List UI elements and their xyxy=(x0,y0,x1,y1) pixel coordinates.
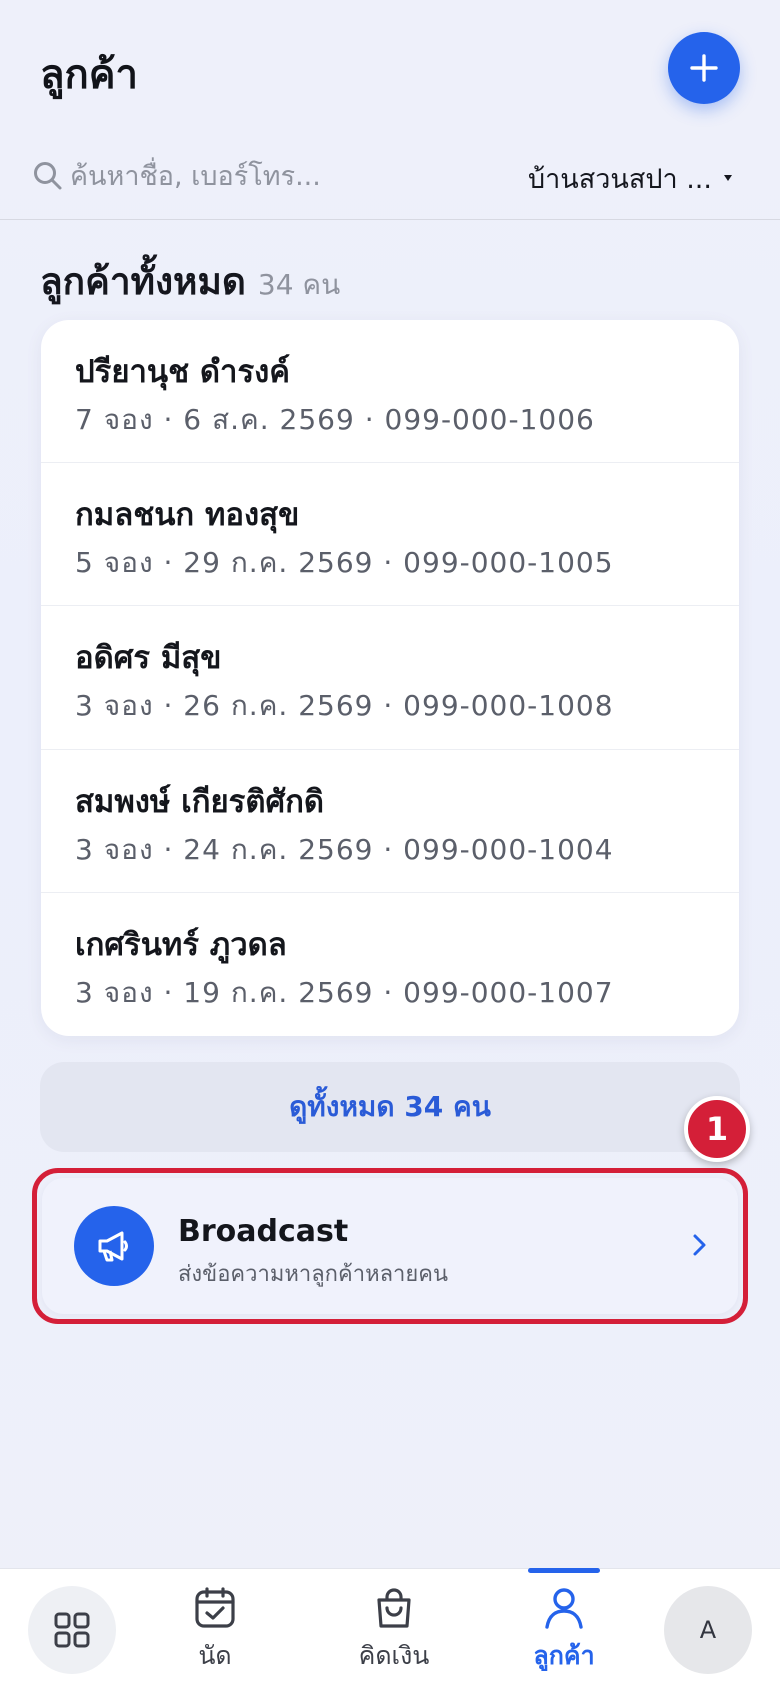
branch-label: บ้านสวนสปา ... xyxy=(528,163,712,195)
highlight-frame xyxy=(32,1168,748,1324)
header: ลูกค้า xyxy=(0,0,780,140)
grid-icon xyxy=(54,1612,90,1648)
step-number: 1 xyxy=(705,1110,729,1148)
customer-name: สมพงษ์ เกียรติศักดิ xyxy=(75,783,325,820)
tab-appointments[interactable]: นัด xyxy=(170,1586,260,1686)
branch-selector[interactable]: บ้านสวนสปา ... xyxy=(528,158,758,198)
section-heading: ลูกค้าทั้งหมด 34 คน xyxy=(40,252,340,311)
customer-meta: 5 จอง · 29 ก.ค. 2569 · 099-000-1005 xyxy=(75,546,614,580)
tab-label: คิดเงิน xyxy=(358,1641,430,1670)
search-input[interactable] xyxy=(70,152,500,200)
avatar[interactable]: A xyxy=(664,1586,752,1674)
customer-row[interactable]: กมลชนก ทองสุข 5 จอง · 29 ก.ค. 2569 · 099… xyxy=(41,463,739,607)
customer-row[interactable]: อดิศร มีสุข 3 จอง · 26 ก.ค. 2569 · 099-0… xyxy=(41,606,739,750)
customer-meta: 3 จอง · 26 ก.ค. 2569 · 099-000-1008 xyxy=(75,689,614,723)
shopping-bag-icon xyxy=(377,1588,411,1628)
section-title: ลูกค้าทั้งหมด xyxy=(40,260,246,303)
plus-icon xyxy=(690,54,718,82)
customer-name: ปรียานุช ดำรงค์ xyxy=(75,354,290,390)
customer-list: ปรียานุช ดำรงค์ 7 จอง · 6 ส.ค. 2569 · 09… xyxy=(41,320,739,1036)
caret-down-icon xyxy=(723,175,732,181)
add-customer-button[interactable] xyxy=(668,32,740,104)
tab-home[interactable] xyxy=(28,1586,116,1674)
customer-row[interactable]: ปรียานุช ดำรงค์ 7 จอง · 6 ส.ค. 2569 · 09… xyxy=(41,320,739,464)
page-title: ลูกค้า xyxy=(40,52,138,98)
person-icon xyxy=(545,1588,583,1629)
customer-name: อดิศร มีสุข xyxy=(75,640,222,677)
calendar-check-icon xyxy=(195,1587,235,1628)
customer-row[interactable]: สมพงษ์ เกียรติศักดิ 3 จอง · 24 ก.ค. 2569… xyxy=(41,750,739,893)
customer-meta: 3 จอง · 24 ก.ค. 2569 · 099-000-1004 xyxy=(75,832,614,866)
search-icon xyxy=(34,162,62,190)
tab-checkout[interactable]: คิดเงิน xyxy=(344,1586,444,1686)
step-badge: 1 xyxy=(684,1096,750,1162)
customer-row[interactable]: เกศรินทร์ ภูวดล 3 จอง · 19 ก.ค. 2569 · 0… xyxy=(41,893,739,1036)
tab-customers[interactable]: ลูกค้า xyxy=(514,1586,614,1686)
tab-label: ลูกค้า xyxy=(533,1641,595,1670)
customer-count: 34 คน xyxy=(257,268,341,301)
customer-meta: 3 จอง · 19 ก.ค. 2569 · 099-000-1007 xyxy=(75,975,614,1009)
view-all-button[interactable]: ดูทั้งหมด 34 คน xyxy=(40,1062,740,1152)
customer-name: เกศรินทร์ ภูวดล xyxy=(75,926,287,963)
view-all-label: ดูทั้งหมด 34 คน xyxy=(289,1090,491,1123)
tab-label: นัด xyxy=(198,1641,232,1670)
avatar-initial: A xyxy=(699,1616,717,1644)
search-bar: บ้านสวนสปา ... xyxy=(0,148,780,220)
active-tab-indicator xyxy=(528,1568,600,1573)
customer-name: กมลชนก ทองสุข xyxy=(75,497,300,534)
customer-meta: 7 จอง · 6 ส.ค. 2569 · 099-000-1006 xyxy=(75,403,595,436)
